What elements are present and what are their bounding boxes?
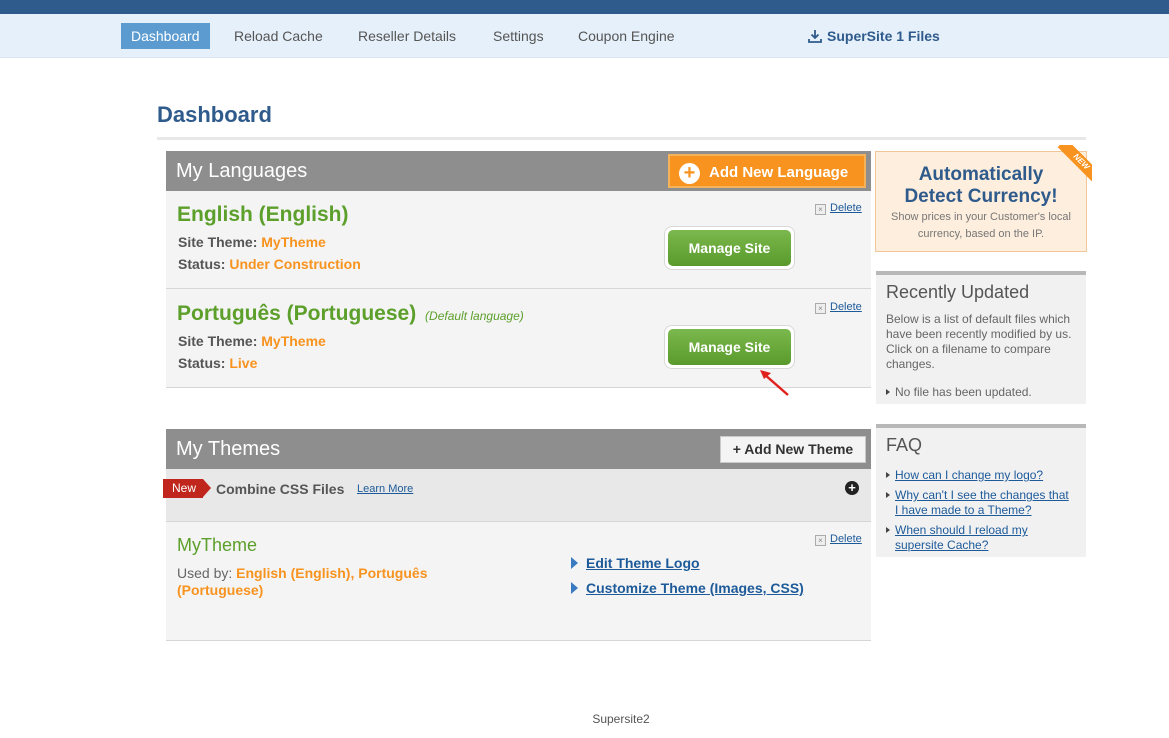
nav-reload-cache[interactable]: Reload Cache xyxy=(224,23,333,49)
recently-updated-title: Recently Updated xyxy=(886,282,1030,302)
delete-label: Delete xyxy=(830,301,862,313)
combine-css-title: Combine CSS Files xyxy=(216,481,345,497)
delete-icon: × xyxy=(815,204,826,215)
add-new-language-label: Add New Language xyxy=(709,164,849,181)
delete-language-link[interactable]: × Delete xyxy=(815,301,862,314)
title-divider xyxy=(157,137,1086,140)
theme-name: MyTheme xyxy=(177,535,258,555)
manage-site-button-frame: Manage Site xyxy=(665,326,794,368)
faq-link: How can I change my logo? xyxy=(895,468,1044,482)
default-language-tag: (Default language) xyxy=(425,309,524,323)
manage-site-button-frame: Manage Site xyxy=(665,227,794,269)
add-new-language-button[interactable]: + Add New Language xyxy=(668,154,866,188)
customize-theme-label: Customize Theme (Images, CSS) xyxy=(586,580,804,596)
nav-dashboard[interactable]: Dashboard xyxy=(121,23,210,49)
status-line: Status: Live xyxy=(178,355,257,371)
status-line: Status: Under Construction xyxy=(178,256,361,272)
triangle-bullet-icon xyxy=(886,492,890,498)
site-theme-line: Site Theme: MyTheme xyxy=(178,234,326,250)
delete-icon: × xyxy=(815,303,826,314)
plus-icon: + xyxy=(679,163,700,184)
used-by-label: Used by: xyxy=(177,565,233,581)
new-badge: New xyxy=(163,479,211,498)
delete-language-link[interactable]: × Delete xyxy=(815,202,862,215)
language-name-text: Português (Portuguese) xyxy=(177,302,417,325)
status-label: Status: xyxy=(178,256,226,272)
nav-reseller-details[interactable]: Reseller Details xyxy=(348,23,466,49)
recently-updated-text: Below is a list of default files which h… xyxy=(886,312,1072,371)
language-name: Português (Portuguese) (Default language… xyxy=(177,302,524,326)
delete-label: Delete xyxy=(830,533,862,545)
new-ribbon-label: NEW xyxy=(1057,145,1092,183)
status-value: Under Construction xyxy=(229,256,361,272)
new-ribbon: NEW xyxy=(1054,145,1092,183)
footer-text: Supersite2 xyxy=(592,712,650,726)
site-theme-label: Site Theme: xyxy=(178,333,258,349)
faq-box: FAQ How can I change my logo? Why can't … xyxy=(876,424,1086,557)
promo-title-line2: Detect Currency! xyxy=(904,186,1058,207)
nav-settings[interactable]: Settings xyxy=(483,23,554,49)
site-theme-value: MyTheme xyxy=(261,333,326,349)
learn-more-link[interactable]: Learn More xyxy=(357,483,413,495)
faq-title: FAQ xyxy=(886,435,923,455)
page-title: Dashboard xyxy=(157,102,272,127)
delete-theme-link[interactable]: × Delete xyxy=(815,533,862,546)
status-label: Status: xyxy=(178,355,226,371)
manage-site-button[interactable]: Manage Site xyxy=(668,329,791,365)
triangle-bullet-icon xyxy=(886,472,890,478)
site-theme-label: Site Theme: xyxy=(178,234,258,250)
faq-item[interactable]: When should I reload my supersite Cache? xyxy=(886,523,1081,553)
promo-subtitle: Show prices in your Customer's local cur… xyxy=(890,211,1071,240)
recently-updated-box: Recently Updated Below is a list of defa… xyxy=(876,271,1086,404)
delete-icon: × xyxy=(815,535,826,546)
faq-link: Why can't I see the changes that I have … xyxy=(895,488,1069,517)
main-nav: Dashboard Reload Cache Reseller Details … xyxy=(0,14,1169,58)
delete-label: Delete xyxy=(830,202,862,214)
triangle-bullet-icon xyxy=(571,557,578,569)
recently-updated-empty: No file has been updated. xyxy=(886,385,1032,400)
site-theme-value: MyTheme xyxy=(261,234,326,250)
theme-used-by: Used by: English (English), Português (P… xyxy=(177,565,467,599)
nav-coupon-engine[interactable]: Coupon Engine xyxy=(568,23,685,49)
site-theme-line: Site Theme: MyTheme xyxy=(178,333,326,349)
recently-updated-empty-text: No file has been updated. xyxy=(895,385,1032,399)
nav-supersite-files-label: SuperSite 1 Files xyxy=(827,28,940,44)
download-icon xyxy=(808,30,822,43)
themes-panel-title: My Themes xyxy=(176,438,281,460)
customize-theme-link[interactable]: Customize Theme (Images, CSS) xyxy=(571,580,804,596)
red-pointer-arrow-icon xyxy=(760,370,789,396)
languages-panel-title: My Languages xyxy=(176,160,308,182)
status-value: Live xyxy=(229,355,258,371)
triangle-bullet-icon xyxy=(886,389,890,395)
triangle-bullet-icon xyxy=(571,582,578,594)
edit-theme-logo-label: Edit Theme Logo xyxy=(586,555,700,571)
add-new-theme-button[interactable]: + Add New Theme xyxy=(720,436,866,463)
edit-theme-logo-link[interactable]: Edit Theme Logo xyxy=(571,555,700,571)
faq-link: When should I reload my supersite Cache? xyxy=(895,523,1028,552)
faq-item[interactable]: Why can't I see the changes that I have … xyxy=(886,488,1081,518)
top-strip xyxy=(0,0,1169,14)
language-name: English (English) xyxy=(177,203,349,226)
manage-site-button[interactable]: Manage Site xyxy=(668,230,791,266)
nav-supersite-files[interactable]: SuperSite 1 Files xyxy=(808,23,940,49)
triangle-bullet-icon xyxy=(886,527,890,533)
faq-item[interactable]: How can I change my logo? xyxy=(886,468,1081,483)
expand-plus-icon[interactable]: + xyxy=(845,481,859,495)
